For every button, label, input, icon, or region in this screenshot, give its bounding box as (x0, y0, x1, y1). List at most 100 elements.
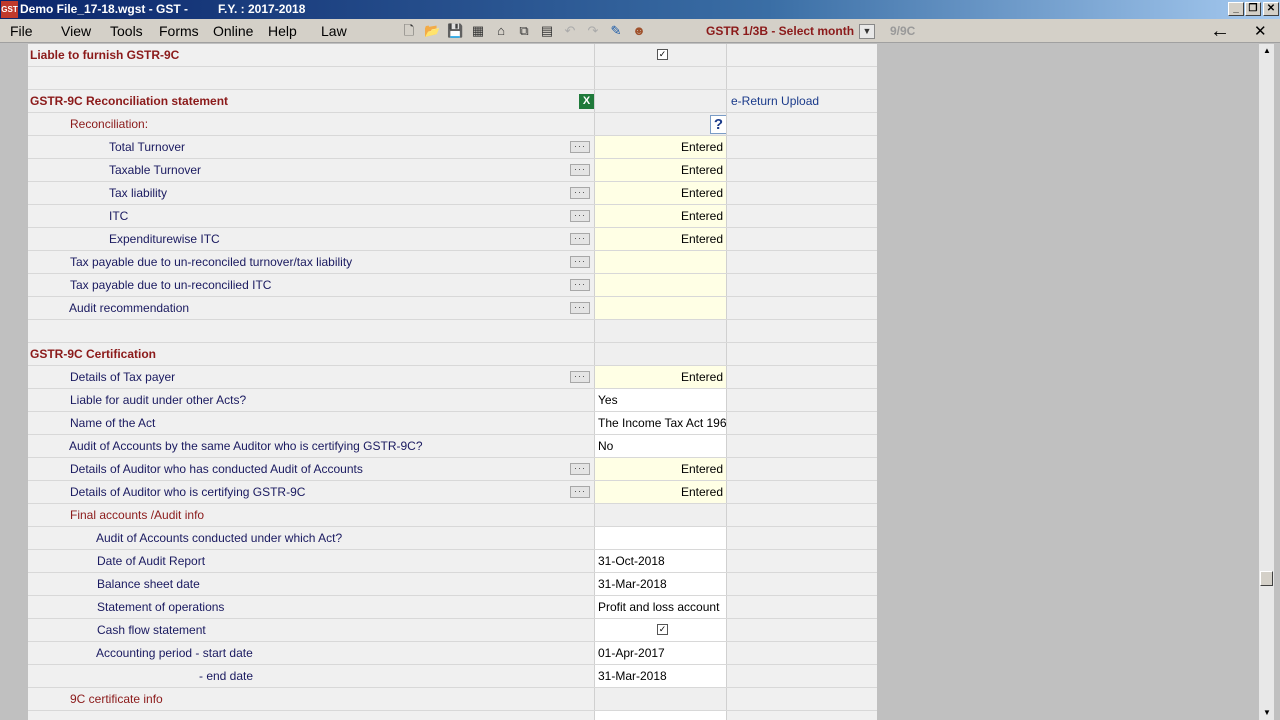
menu-view[interactable]: View (61, 23, 91, 39)
row-value[interactable] (594, 320, 727, 342)
more-options-icon[interactable]: ··· (570, 302, 590, 314)
value-text: The Income Tax Act 196 (598, 416, 727, 430)
user-icon[interactable]: ☻ (631, 23, 647, 39)
row-label: Tax payable due to un-reconciled turnove… (70, 255, 353, 269)
save-icon[interactable]: 💾 (447, 23, 463, 39)
open-folder-icon[interactable]: 📂 (424, 23, 440, 39)
row-label: Details of Auditor who has conducted Aud… (70, 462, 363, 476)
row-value[interactable]: Entered (594, 366, 727, 388)
row-value[interactable]: 31-Mar-2018 (594, 665, 727, 687)
row-value[interactable] (594, 251, 727, 273)
more-options-icon[interactable]: ··· (570, 164, 590, 176)
more-options-icon[interactable]: ··· (570, 279, 590, 291)
row-label: Tax payable due to un-reconcilied ITC (70, 278, 272, 292)
more-options-icon[interactable]: ··· (570, 486, 590, 498)
row-value[interactable] (594, 343, 727, 365)
chevron-down-icon[interactable]: ▼ (859, 24, 875, 39)
row-value[interactable] (594, 711, 727, 720)
row-label: Liable to furnish GSTR-9C (30, 48, 180, 62)
menu-file[interactable]: File (10, 23, 33, 39)
more-options-icon[interactable]: ··· (570, 187, 590, 199)
form-row: Audit recommendation ··· (28, 297, 877, 320)
row-value[interactable]: Entered (594, 228, 727, 250)
copy-icon[interactable]: ⧉ (516, 23, 532, 39)
row-value[interactable]: ✓ (594, 44, 727, 66)
row-value[interactable]: The Income Tax Act 196 (594, 412, 727, 434)
scroll-down-icon[interactable]: ▼ (1259, 706, 1275, 720)
row-value[interactable] (594, 90, 727, 112)
row-value[interactable]: Entered (594, 481, 727, 503)
restore-button[interactable]: ❐ (1245, 2, 1261, 16)
help-icon[interactable]: ? (710, 115, 726, 134)
form-row: Cash flow statement ✓ (28, 619, 877, 642)
menu-law[interactable]: Law (321, 23, 347, 39)
more-options-icon[interactable]: ··· (570, 233, 590, 245)
row-value[interactable]: Entered (594, 458, 727, 480)
row-value[interactable] (594, 527, 727, 549)
scroll-thumb[interactable] (1260, 571, 1273, 586)
row-value[interactable] (594, 274, 727, 296)
row-value[interactable]: Entered (594, 136, 727, 158)
more-options-icon[interactable]: ··· (570, 463, 590, 475)
e-return-upload-link[interactable]: e-Return Upload (731, 94, 819, 108)
more-options-icon[interactable]: ··· (570, 371, 590, 383)
excel-icon[interactable]: X (579, 94, 594, 109)
checkbox[interactable]: ✓ (657, 624, 668, 635)
row-value[interactable]: ✓ (594, 619, 727, 641)
form-row: Liable to furnish GSTR-9C ✓ (28, 44, 877, 67)
form-row: GSTR-9C Reconciliation statement Xe-Retur… (28, 90, 877, 113)
scroll-up-icon[interactable]: ▲ (1259, 44, 1275, 58)
close-icon[interactable]: ✕ (1254, 22, 1267, 40)
row-label: GSTR-9C Certification (30, 347, 157, 361)
row-value[interactable]: ? (594, 113, 727, 135)
row-value[interactable] (594, 297, 727, 319)
form-row: Details of Auditor who is certifying GST… (28, 481, 877, 504)
row-value[interactable]: Entered (594, 205, 727, 227)
row-value[interactable] (594, 67, 727, 89)
row-label: Statement of operations (97, 600, 225, 614)
checkbox[interactable]: ✓ (657, 49, 668, 60)
menu-online[interactable]: Online (213, 23, 253, 39)
home-icon[interactable]: ⌂ (493, 23, 509, 39)
report-icon[interactable]: ▤ (539, 23, 555, 39)
menu-bar: File View Tools Forms Online Help Law 🗋 … (0, 19, 1280, 43)
row-value[interactable]: Entered (594, 159, 727, 181)
menu-forms[interactable]: Forms (159, 23, 199, 39)
row-label: Final accounts /Audit info (70, 508, 205, 522)
form-row: Liable for audit under other Acts? Yes (28, 389, 877, 412)
window-title: Demo File_17-18.wgst - GST - (20, 2, 189, 16)
more-options-icon[interactable]: ··· (570, 141, 590, 153)
row-value[interactable]: Yes (594, 389, 727, 411)
minimize-button[interactable]: _ (1228, 2, 1244, 16)
form-row: Tax liability ··· Entered (28, 182, 877, 205)
form-row: 9C certificate info (28, 688, 877, 711)
more-options-icon[interactable]: ··· (570, 256, 590, 268)
row-value[interactable]: 31-Oct-2018 (594, 550, 727, 572)
new-file-icon[interactable]: 🗋 (401, 23, 417, 39)
redo-icon[interactable]: ↷ (585, 23, 601, 39)
undo-icon[interactable]: ↶ (562, 23, 578, 39)
export-icon[interactable]: ▦ (470, 23, 486, 39)
vertical-scrollbar[interactable]: ▲ ▼ (1258, 44, 1274, 720)
value-text: Entered (680, 163, 723, 177)
row-value[interactable]: 31-Mar-2018 (594, 573, 727, 595)
value-text: 01-Apr-2017 (598, 646, 665, 660)
menu-tools[interactable]: Tools (110, 23, 143, 39)
row-value[interactable]: Entered (594, 182, 727, 204)
back-arrow-icon[interactable]: ← (1210, 20, 1230, 43)
form-row: Taxable Turnover ··· Entered (28, 159, 877, 182)
ninec-label[interactable]: 9/9C (890, 24, 915, 38)
row-value[interactable]: Profit and loss account (594, 596, 727, 618)
row-value[interactable]: No (594, 435, 727, 457)
menu-help[interactable]: Help (268, 23, 297, 39)
value-text: 31-Mar-2018 (598, 669, 667, 683)
value-text: Entered (680, 140, 723, 154)
row-value[interactable] (594, 504, 727, 526)
close-window-button[interactable]: ✕ (1263, 2, 1279, 16)
form-row: Expenditurewise ITC ··· Entered (28, 228, 877, 251)
gstr-select-month[interactable]: GSTR 1/3B - Select month (706, 24, 854, 38)
row-value[interactable]: 01-Apr-2017 (594, 642, 727, 664)
edit-icon[interactable]: ✎ (608, 23, 624, 39)
more-options-icon[interactable]: ··· (570, 210, 590, 222)
row-value[interactable] (594, 688, 727, 710)
